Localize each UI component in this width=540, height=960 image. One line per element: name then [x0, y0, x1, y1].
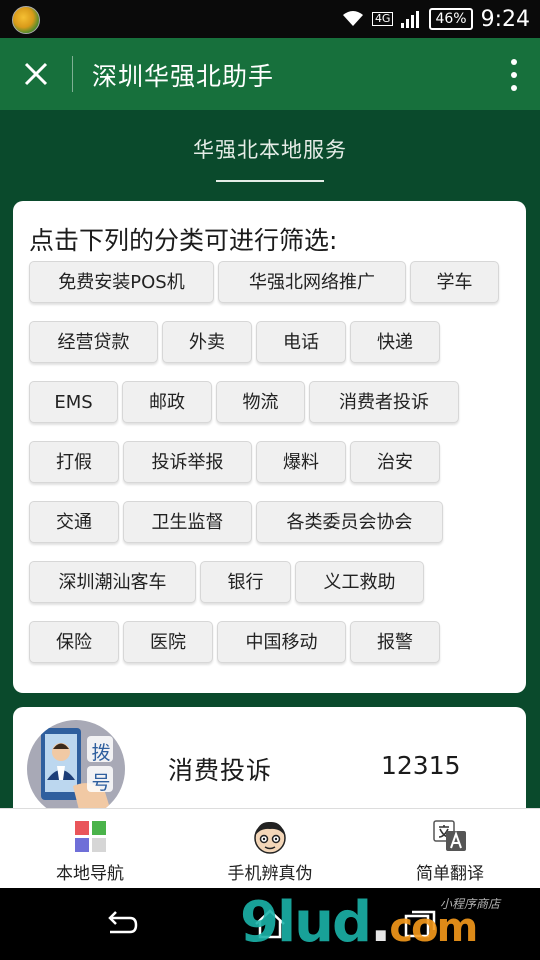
- category-tag[interactable]: 保险: [29, 621, 119, 663]
- status-indicators: 4G 46% 9:24: [342, 6, 530, 32]
- category-tag[interactable]: 投诉举报: [123, 441, 252, 483]
- category-tag[interactable]: 学车: [410, 261, 499, 303]
- contact-number: 12315: [381, 751, 461, 780]
- category-tag[interactable]: 交通: [29, 501, 119, 543]
- category-tag[interactable]: 电话: [256, 321, 346, 363]
- signal-icon: [401, 11, 420, 28]
- category-tag[interactable]: 物流: [216, 381, 305, 423]
- category-tag[interactable]: 华强北网络推广: [218, 261, 406, 303]
- translate-icon: [433, 820, 466, 851]
- category-tag[interactable]: 消费者投诉: [309, 381, 459, 423]
- close-icon[interactable]: [18, 56, 54, 92]
- page-title: 深圳华强北助手: [92, 62, 275, 91]
- dial-avatar: 拨号: [27, 720, 125, 818]
- contact-label: 消费投诉: [168, 756, 273, 785]
- avatar-text: 拨号: [91, 742, 111, 794]
- category-tag[interactable]: 报警: [350, 621, 440, 663]
- category-tag[interactable]: 治安: [350, 441, 440, 483]
- section-underline: [216, 180, 324, 182]
- app-bar: 深圳华强北助手: [0, 38, 540, 110]
- nav-item-label: 本地导航: [56, 864, 124, 884]
- bottom-navigation: 本地导航 手机辨真伪 简单翻译: [0, 808, 540, 889]
- category-tag[interactable]: 卫生监督: [123, 501, 252, 543]
- category-tag[interactable]: 深圳潮汕客车: [29, 561, 196, 603]
- nav-item-label: 简单翻译: [416, 864, 484, 884]
- back-icon[interactable]: [100, 904, 140, 944]
- category-tag[interactable]: 免费安装POS机: [29, 261, 214, 303]
- more-options-icon[interactable]: [510, 58, 518, 92]
- watermark-brand: 9lud: [240, 890, 372, 955]
- section-title: 华强北本地服务: [193, 138, 347, 162]
- category-tag[interactable]: 义工救助: [295, 561, 424, 603]
- category-tag[interactable]: EMS: [29, 381, 118, 423]
- main-content: 华强北本地服务 点击下列的分类可进行筛选: 免费安装POS机 华强北网络推广 学…: [0, 110, 540, 827]
- category-tag[interactable]: 银行: [200, 561, 291, 603]
- category-tag[interactable]: 经营贷款: [29, 321, 158, 363]
- category-tag[interactable]: 医院: [123, 621, 213, 663]
- nav-item-translate[interactable]: 简单翻译: [360, 809, 540, 889]
- filter-card: 点击下列的分类可进行筛选: 免费安装POS机 华强北网络推广 学车 经营贷款 外…: [13, 201, 526, 693]
- network-type: 4G: [371, 12, 394, 26]
- nav-item-phone-verify[interactable]: 手机辨真伪: [180, 809, 360, 889]
- category-tag[interactable]: 打假: [29, 441, 119, 483]
- category-tag[interactable]: 爆料: [256, 441, 346, 483]
- nav-item-local-navigation[interactable]: 本地导航: [0, 809, 180, 889]
- wifi-icon: [342, 11, 363, 26]
- watermark-dot: .: [370, 890, 391, 955]
- filter-heading: 点击下列的分类可进行筛选:: [29, 226, 338, 255]
- face-icon: [254, 821, 286, 854]
- app-notification-icon: [12, 6, 40, 34]
- battery-indicator: 46%: [429, 8, 473, 30]
- nav-item-label: 手机辨真伪: [227, 864, 313, 884]
- category-tag[interactable]: 外卖: [162, 321, 252, 363]
- category-tag[interactable]: 邮政: [122, 381, 212, 423]
- watermark-tagline: 小程序商店: [440, 897, 501, 911]
- clock: 9:24: [480, 6, 530, 32]
- app-bar-divider: [72, 56, 73, 92]
- category-tag[interactable]: 中国移动: [217, 621, 346, 663]
- category-tag[interactable]: 各类委员会协会: [256, 501, 443, 543]
- grid-icon: [75, 821, 106, 852]
- category-tag[interactable]: 快递: [350, 321, 440, 363]
- status-bar: 4G 46% 9:24: [0, 0, 540, 38]
